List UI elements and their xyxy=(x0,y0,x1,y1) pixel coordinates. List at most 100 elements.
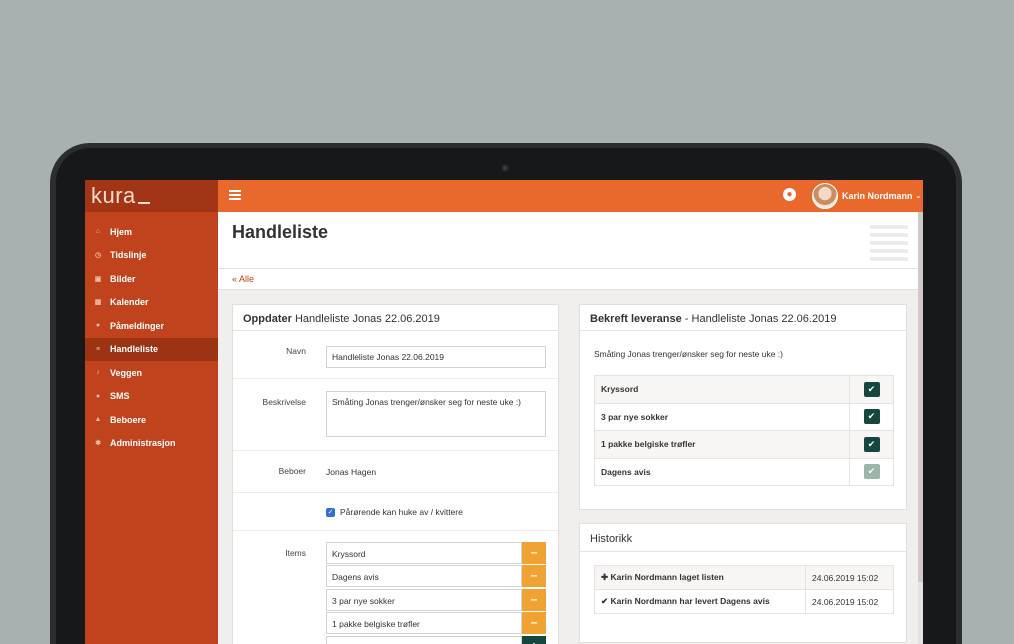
item-input[interactable]: 3 par nye sokker xyxy=(326,589,522,611)
brand-name: kura xyxy=(91,183,136,208)
item-check-cell: ✔ xyxy=(849,430,894,459)
item-input[interactable]: 1 pakke belgiske trøfler xyxy=(326,612,522,634)
heading-action: Oppdater xyxy=(243,313,292,325)
chevron-down-icon: ⌄ xyxy=(915,193,922,200)
list-item: Dagens avis – xyxy=(326,565,546,587)
users-icon: ● xyxy=(95,322,101,330)
remove-item-button[interactable]: – xyxy=(522,565,546,587)
sidebar-item-bilder[interactable]: ▣ Bilder xyxy=(85,267,218,291)
table-row: Kryssord ✔ xyxy=(594,375,894,404)
item-check-cell: ✔ xyxy=(849,375,894,404)
description-textarea[interactable]: Småting Jonas trenger/ønsker seg for nes… xyxy=(326,391,546,437)
resident-value: Jonas Hagen xyxy=(326,467,377,477)
description-row: Beskrivelse Småting Jonas trenger/ønsker… xyxy=(233,379,558,451)
heading-action: Bekreft leveranse xyxy=(590,313,682,325)
check-icon[interactable]: ✔ xyxy=(863,436,880,452)
breadcrumb-all-link[interactable]: « Alle xyxy=(218,269,923,284)
breadcrumb: « Alle xyxy=(218,269,923,290)
heading-title: - Handleliste Jonas 22.06.2019 xyxy=(681,313,837,325)
history-panel: Historikk ✚ Karin Nordmann laget listen … xyxy=(579,523,907,643)
sidebar-item-administrasjon[interactable]: ✱ Administrasjon xyxy=(85,432,218,456)
scrollbar[interactable] xyxy=(918,212,923,644)
user-name: Karin Nordmann xyxy=(842,191,913,201)
table-row: 3 par nye sokker ✔ xyxy=(594,402,894,431)
table-row: Dagens avis ✔ xyxy=(594,457,894,486)
resident-row: Beboer Jonas Hagen xyxy=(233,451,558,493)
gear-icon: ✱ xyxy=(95,440,101,448)
item-input[interactable]: Kryssord xyxy=(326,542,522,564)
name-input[interactable]: Handleliste Jonas 22.06.2019 xyxy=(326,346,546,368)
list-item: 3 par nye sokker – xyxy=(326,589,546,611)
checkbox-checked-icon: ✓ xyxy=(326,507,335,517)
check-icon[interactable]: ✔ xyxy=(863,381,880,397)
history-entry: ✔ Karin Nordmann har levert Dagens avis xyxy=(594,589,806,614)
home-icon: ⌂ xyxy=(95,228,101,236)
table-row: ✚ Karin Nordmann laget listen 24.06.2019… xyxy=(594,565,894,590)
sidebar-item-handleliste[interactable]: ≡ Handleliste xyxy=(85,337,218,361)
remove-item-button[interactable]: – xyxy=(522,542,546,564)
sidebar-nav: ⌂ Hjem ◷ Tidslinje ▣ Bilder ▦ Kalender ● Påme… xyxy=(85,220,218,455)
user-icon: ▲ xyxy=(94,416,102,424)
sidebar-item-kalender[interactable]: ▦ Kalender xyxy=(85,291,218,315)
add-item-button[interactable]: + xyxy=(522,636,546,644)
name-row: Navn Handleliste Jonas 22.06.2019 xyxy=(233,332,558,379)
check-icon[interactable]: ✔ xyxy=(863,409,880,425)
heading-title: Handleliste Jonas 22.06.2019 xyxy=(294,313,440,325)
sidebar-item-tidslinje[interactable]: ◷ Tidslinje xyxy=(85,244,218,268)
item-input[interactable]: Dagens avis xyxy=(326,565,522,587)
globe-icon[interactable]: ● xyxy=(783,188,796,201)
new-item-row: + xyxy=(326,636,546,644)
app-screen: kura ⌂ Hjem ◷ Tidslinje ▣ Bilder ▦ Kalender … xyxy=(85,180,923,644)
list-decoration-icon xyxy=(870,225,908,265)
check-icon[interactable]: ✔ xyxy=(863,464,880,480)
update-form-panel: Oppdater Handleliste Jonas 22.06.2019 Na… xyxy=(232,304,559,644)
main-content: Handleliste « Alle Oppdater Handleliste … xyxy=(218,212,923,644)
hamburger-menu-icon[interactable] xyxy=(229,190,241,200)
webcam xyxy=(501,164,509,172)
avatar xyxy=(812,183,838,209)
permission-row: ✓ Pårørende kan huke av / kvittere xyxy=(233,493,558,531)
history-date: 24.06.2019 15:02 xyxy=(805,589,894,614)
item-label: 3 par nye sokker xyxy=(594,402,850,431)
clock-icon: ◷ xyxy=(94,252,102,260)
item-check-cell: ✔ xyxy=(849,457,894,486)
description-label: Beskrivelse xyxy=(262,397,306,407)
item-label: Kryssord xyxy=(594,375,850,404)
sidebar-item-pameldinger[interactable]: ● Påmeldinger xyxy=(85,314,218,338)
sidebar-item-beboere[interactable]: ▲ Beboere xyxy=(85,408,218,432)
relatives-checkbox[interactable]: ✓ Pårørende kan huke av / kvittere xyxy=(326,507,463,517)
user-menu[interactable]: Karin Nordmann ⌄ xyxy=(812,182,921,210)
calendar-icon: ▦ xyxy=(94,299,102,307)
resident-label: Beboer xyxy=(278,466,306,476)
image-icon: ▣ xyxy=(94,275,102,283)
list-item: Kryssord – xyxy=(326,542,546,564)
remove-item-button[interactable]: – xyxy=(522,589,546,611)
sidebar-item-label: Beboere xyxy=(110,414,147,425)
list-icon: ≡ xyxy=(95,345,101,353)
sidebar-item-label: Bilder xyxy=(110,273,136,284)
sidebar-item-hjem[interactable]: ⌂ Hjem xyxy=(85,220,218,244)
list-item: 1 pakke belgiske trøfler – xyxy=(326,612,546,634)
sidebar-item-veggen[interactable]: ♪ Veggen xyxy=(85,361,218,385)
sidebar-item-label: Hjem xyxy=(110,226,133,237)
sidebar-item-sms[interactable]: ● SMS xyxy=(85,385,218,409)
microphone-icon: ♪ xyxy=(96,369,100,377)
sidebar-item-label: Veggen xyxy=(110,367,143,378)
sidebar-item-label: Påmeldinger xyxy=(110,320,165,331)
sidebar: kura ⌂ Hjem ◷ Tidslinje ▣ Bilder ▦ Kalender … xyxy=(85,180,218,644)
confirm-delivery-panel: Bekreft leveranse - Handleliste Jonas 22… xyxy=(579,304,907,510)
items-label: Items xyxy=(285,548,306,558)
sidebar-item-label: SMS xyxy=(110,391,130,402)
sidebar-item-label: Tidslinje xyxy=(110,250,147,261)
new-item-input[interactable] xyxy=(326,636,522,644)
item-check-cell: ✔ xyxy=(849,402,894,431)
delivery-table: Kryssord ✔ 3 par nye sokker ✔ 1 pakke be… xyxy=(594,375,894,486)
panel-heading: Historikk xyxy=(580,524,906,552)
name-label: Navn xyxy=(286,346,306,356)
page-title: Handleliste xyxy=(232,222,329,242)
remove-item-button[interactable]: – xyxy=(522,612,546,634)
sidebar-item-label: Handleliste xyxy=(110,344,159,355)
brand-logo[interactable]: kura xyxy=(85,180,218,212)
topbar: ● Karin Nordmann ⌄ xyxy=(218,180,923,212)
item-label: 1 pakke belgiske trøfler xyxy=(594,430,850,459)
